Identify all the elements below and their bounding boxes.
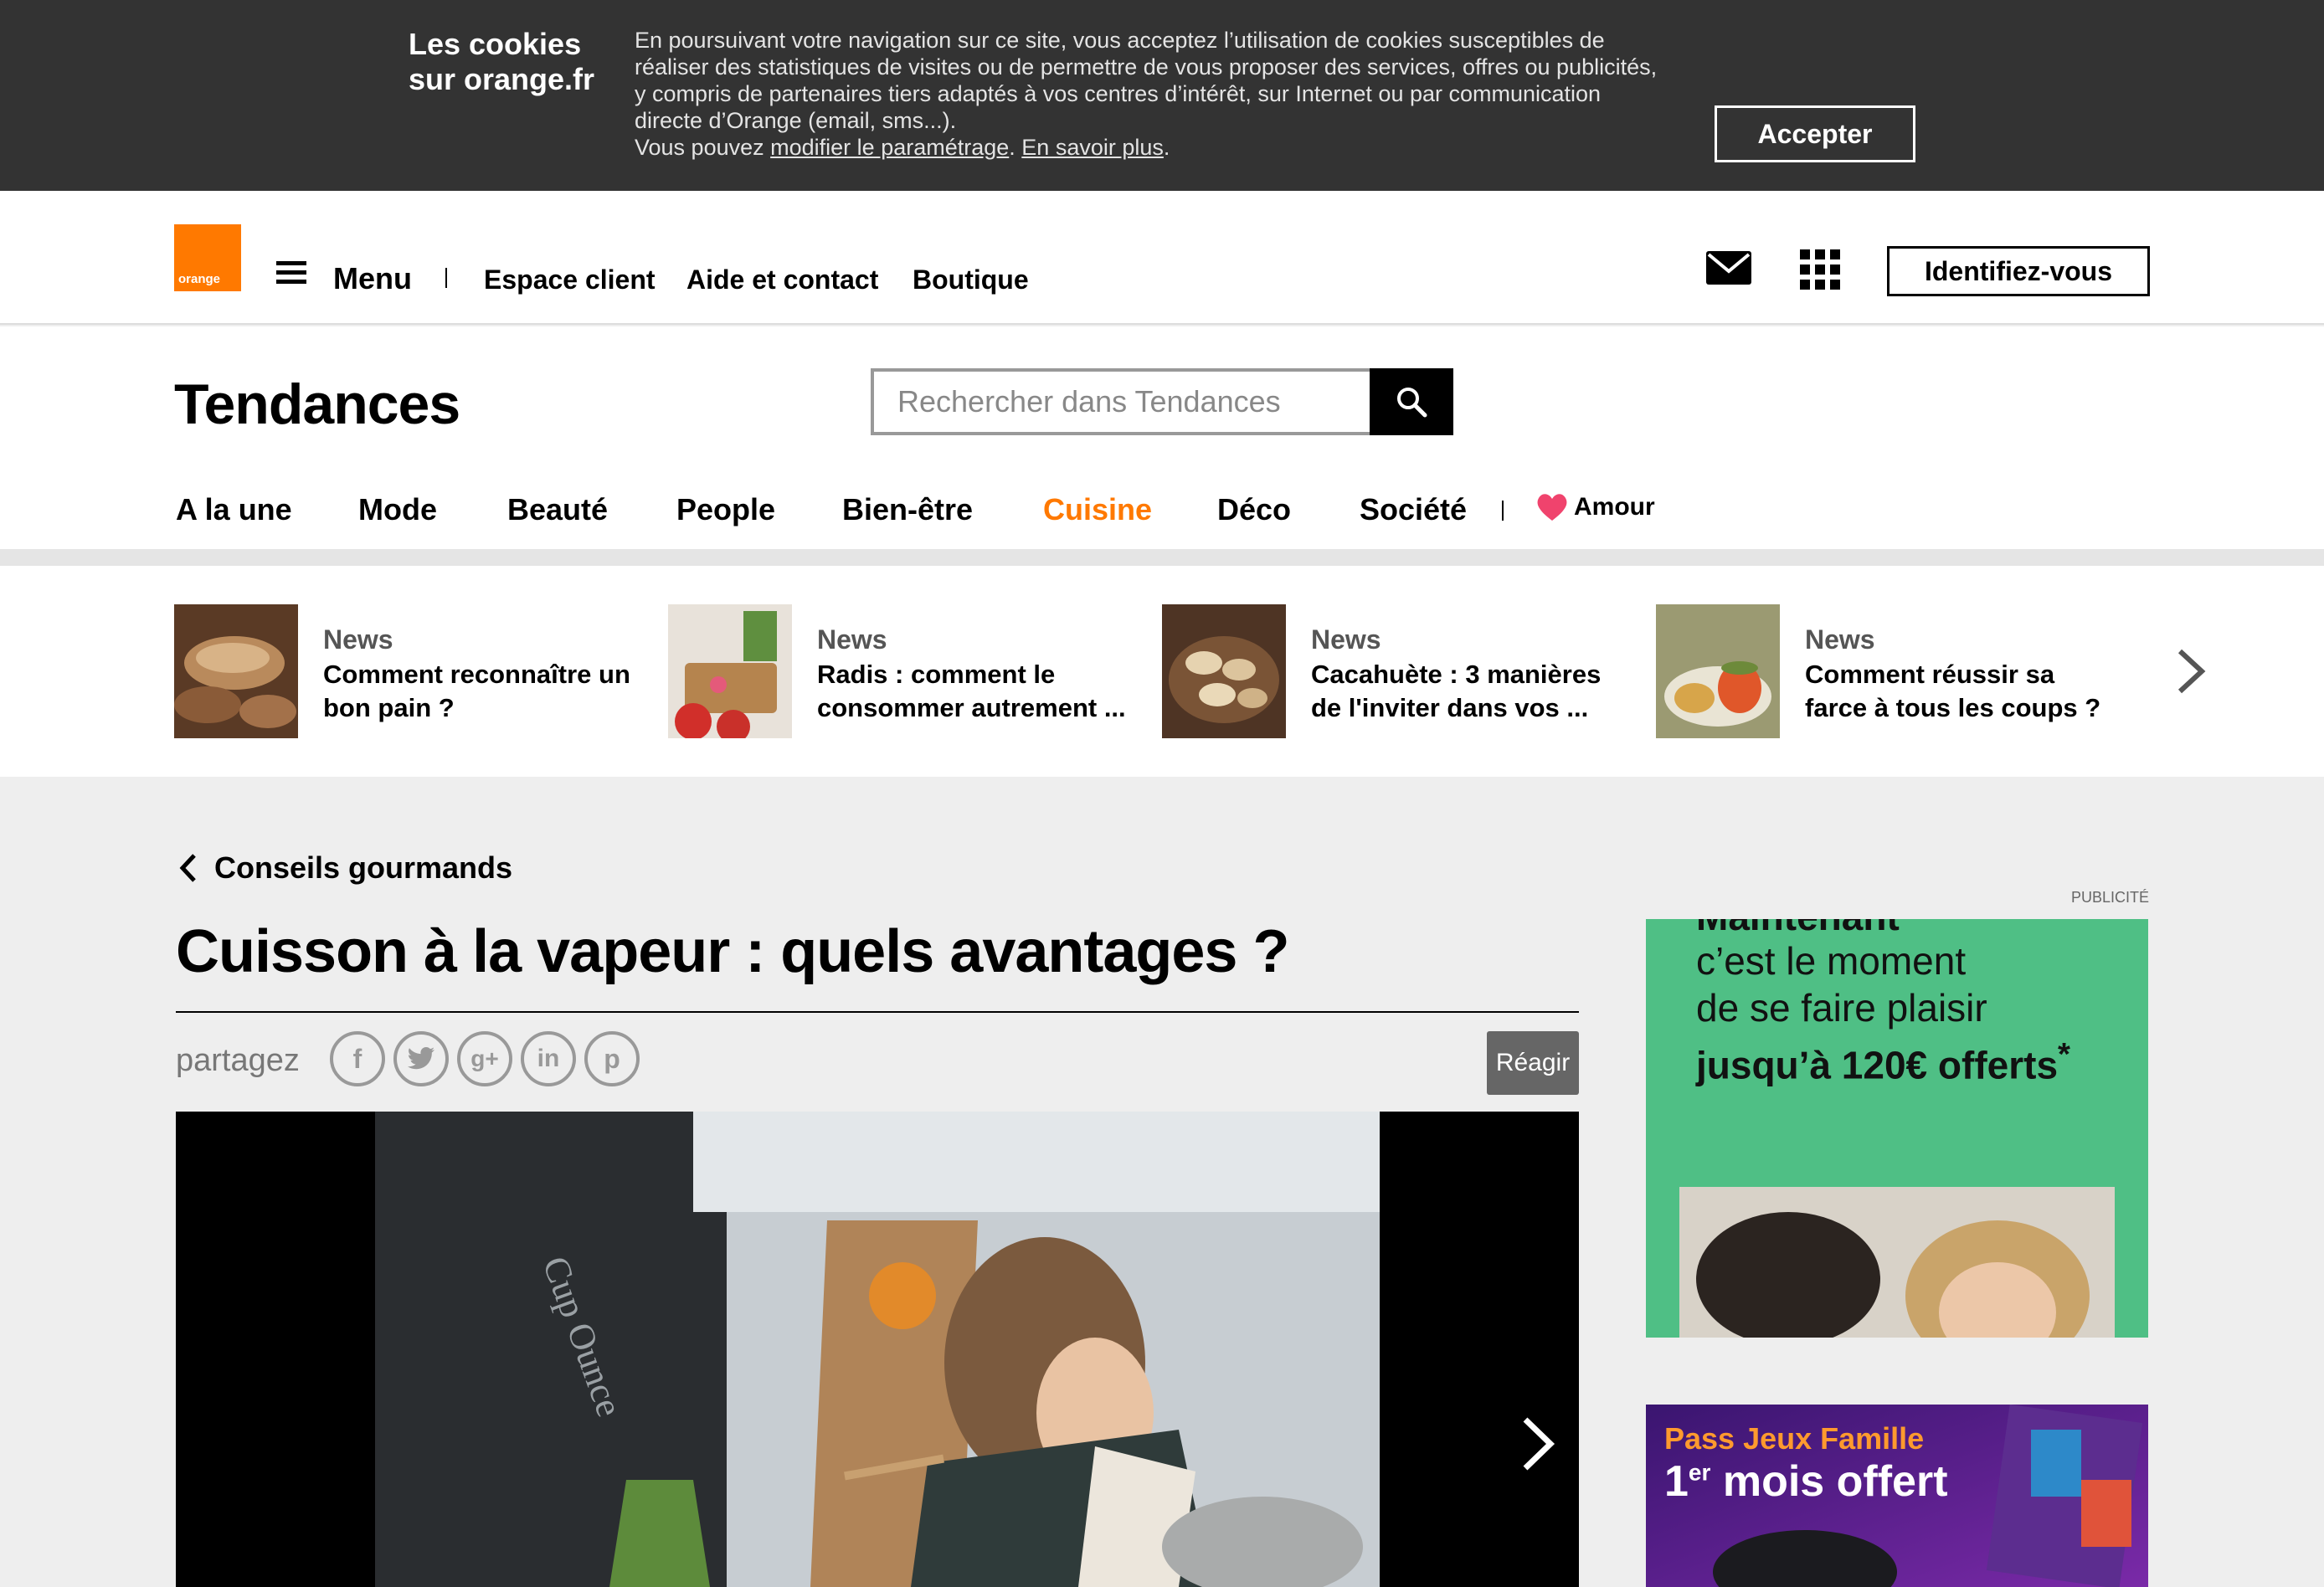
nav-deco[interactable]: Déco <box>1217 492 1291 527</box>
identify-button[interactable]: Identifiez-vous <box>1887 246 2150 296</box>
nav-mode[interactable]: Mode <box>358 492 437 527</box>
cookie-accept-button[interactable]: Accepter <box>1715 105 1915 162</box>
ad-title: Pass Jeux Famille <box>1664 1421 1925 1456</box>
ad-star: * <box>2058 1036 2070 1072</box>
news-category: News <box>1311 624 1381 655</box>
search-box <box>871 368 1453 435</box>
radish-thumbnail <box>668 604 792 738</box>
ad-people-photo <box>1679 1187 2115 1338</box>
search-button[interactable] <box>1370 368 1453 435</box>
separator-bar <box>0 549 2324 566</box>
nav-amour[interactable]: Amour <box>1535 492 1655 522</box>
heart-icon <box>1537 494 1567 521</box>
chevron-left-icon <box>179 854 196 882</box>
boutique-link[interactable]: Boutique <box>913 264 1029 295</box>
ad-text: c’est le moment de se faire plaisir jusq… <box>1696 937 2070 1088</box>
cookie-more-link[interactable]: En savoir plus <box>1021 135 1164 160</box>
news-category: News <box>817 624 887 655</box>
woman-cooking-photo: Cup Ounce <box>375 1112 1380 1587</box>
ad-text: Maintenant <box>1696 919 1900 939</box>
stuffed-pepper-thumbnail <box>1656 604 1780 738</box>
news-card[interactable]: News Radis : comment le consommer autrem… <box>668 604 1137 738</box>
ad-line: de se faire plaisir <box>1696 986 1987 1030</box>
logo-text: orange <box>178 272 221 286</box>
ad-line-bold-text: jusqu’à 120€ offerts <box>1696 1043 2059 1087</box>
cookie-text-links: Vous pouvez modifier le paramétrage. En … <box>635 135 1170 160</box>
site-title[interactable]: Tendances <box>174 372 460 437</box>
apps-grid-icon[interactable] <box>1800 249 1840 290</box>
ad-offer-number: 1 <box>1664 1457 1689 1506</box>
ad-offer-sup: er <box>1688 1459 1711 1486</box>
top-header: orange Menu Espace client Aide et contac… <box>0 191 2324 325</box>
cookie-text-prefix: Vous pouvez <box>635 135 764 160</box>
google-plus-icon[interactable]: g+ <box>457 1031 512 1086</box>
news-category: News <box>1805 624 1875 655</box>
news-strip: News Comment reconnaître un bon pain ? N… <box>0 566 2324 777</box>
hamburger-icon[interactable] <box>276 261 306 285</box>
espace-client-link[interactable]: Espace client <box>484 264 656 295</box>
react-button[interactable]: Réagir <box>1487 1031 1579 1095</box>
cookie-title: Les cookies sur orange.fr <box>409 27 594 97</box>
bread-thumbnail <box>174 604 298 738</box>
nav-societe[interactable]: Société <box>1360 492 1467 527</box>
ad-offer: 1er mois offert <box>1664 1456 1948 1507</box>
nav-a-la-une[interactable]: A la une <box>176 492 292 527</box>
news-category: News <box>323 624 393 655</box>
headline-rule <box>176 1011 1579 1013</box>
cookie-banner: Les cookies sur orange.fr En poursuivant… <box>0 0 2324 191</box>
search-input[interactable] <box>897 383 1366 420</box>
cookie-text-main: En poursuivant votre navigation sur ce s… <box>635 28 1658 133</box>
ad-label: PUBLICITÉ <box>2071 889 2150 906</box>
news-title[interactable]: Radis : comment le consommer autrement .… <box>817 658 1135 725</box>
chevron-right-icon[interactable] <box>2173 646 2210 696</box>
back-link[interactable]: Conseils gourmands <box>179 850 512 886</box>
divider <box>445 268 447 288</box>
ad-banner-games[interactable]: Pass Jeux Famille 1er mois offert <box>1646 1405 2148 1587</box>
chevron-right-icon[interactable] <box>1519 1415 1557 1473</box>
article-image-carousel: Cup Ounce <box>176 1112 1579 1587</box>
linkedin-icon[interactable]: in <box>521 1031 576 1086</box>
ad-banner-offer[interactable]: Maintenant c’est le moment de se faire p… <box>1646 919 2148 1338</box>
cookie-title-line2: sur orange.fr <box>409 62 595 96</box>
mail-icon[interactable] <box>1706 251 1751 285</box>
cookie-settings-link[interactable]: modifier le paramétrage <box>770 135 1009 160</box>
menu-button[interactable]: Menu <box>333 261 412 296</box>
news-card[interactable]: News Comment reconnaître un bon pain ? <box>174 604 643 738</box>
share-label: partagez <box>176 1043 300 1078</box>
news-card[interactable]: News Comment réussir sa farce à tous les… <box>1656 604 2125 738</box>
nav-people[interactable]: People <box>676 492 775 527</box>
ad-line-bold: jusqu’à 120€ offerts* <box>1696 1031 2070 1088</box>
cookie-title-line1: Les cookies <box>409 27 582 61</box>
ad-line: c’est le moment <box>1696 939 1967 983</box>
back-label: Conseils gourmands <box>214 850 513 885</box>
news-title[interactable]: Comment réussir sa farce à tous les coup… <box>1805 658 2123 725</box>
peanut-thumbnail <box>1162 604 1286 738</box>
news-title[interactable]: Comment reconnaître un bon pain ? <box>323 658 641 725</box>
ad-offer-text: mois offert <box>1710 1457 1948 1506</box>
article-headline: Cuisson à la vapeur : quels avantages ? <box>176 918 1289 985</box>
pinterest-icon[interactable]: p <box>584 1031 640 1086</box>
nav-bien-etre[interactable]: Bien-être <box>842 492 973 527</box>
facebook-icon[interactable]: f <box>330 1031 385 1086</box>
twitter-icon[interactable] <box>393 1031 449 1086</box>
amour-label: Amour <box>1574 493 1655 521</box>
orange-logo[interactable]: orange <box>174 224 241 291</box>
aide-contact-link[interactable]: Aide et contact <box>686 264 878 295</box>
nav-cuisine[interactable]: Cuisine <box>1043 492 1152 527</box>
nav-divider <box>1502 501 1504 521</box>
nav-beaute[interactable]: Beauté <box>507 492 608 527</box>
site-header: Tendances A la une Mode Beauté People Bi… <box>0 326 2324 549</box>
news-card[interactable]: News Cacahuète : 3 manières de l'inviter… <box>1162 604 1631 738</box>
news-title[interactable]: Cacahuète : 3 manières de l'inviter dans… <box>1311 658 1629 725</box>
cookie-text: En poursuivant votre navigation sur ce s… <box>635 27 1673 161</box>
search-icon <box>1397 388 1427 418</box>
